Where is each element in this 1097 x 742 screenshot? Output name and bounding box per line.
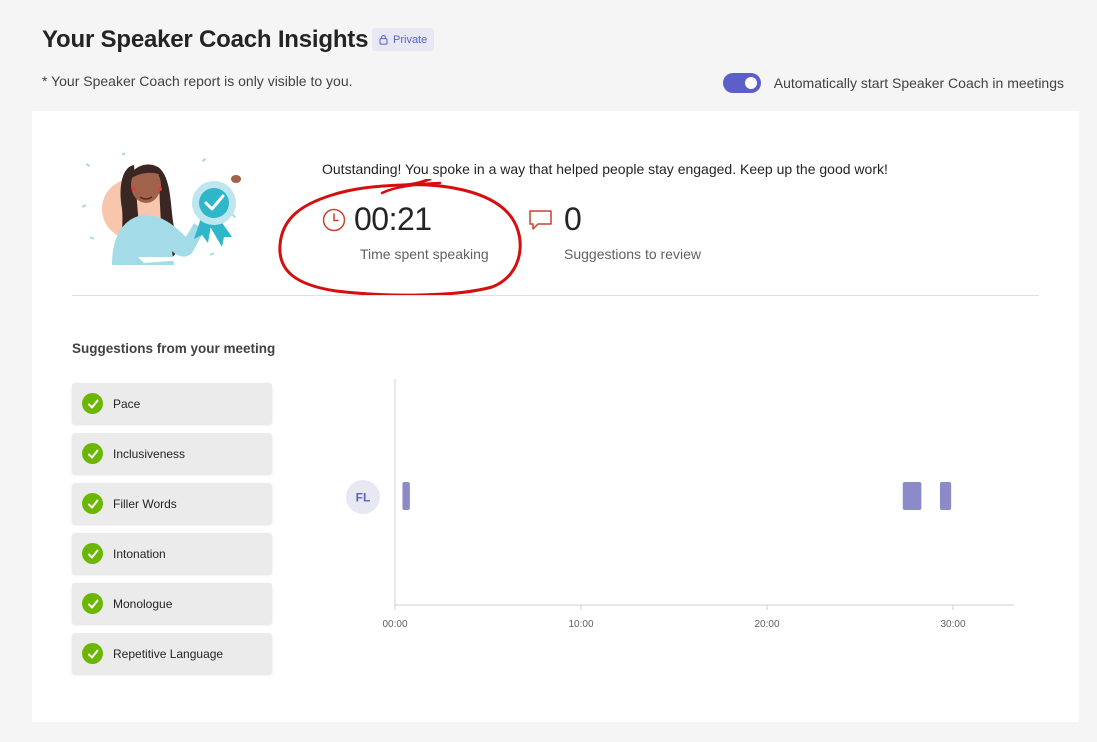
suggestion-label: Repetitive Language xyxy=(113,646,224,661)
suggestions-list: Pace Inclusiveness Filler Words Intonati… xyxy=(72,383,272,683)
private-badge: Private xyxy=(372,28,435,51)
suggestions-heading: Suggestions from your meeting xyxy=(72,341,276,356)
speaking-segment[interactable] xyxy=(939,482,952,510)
suggestion-item-intonation[interactable]: Intonation xyxy=(72,533,272,574)
auto-start-label: Automatically start Speaker Coach in mee… xyxy=(773,75,1064,91)
speaking-segment[interactable] xyxy=(902,482,922,510)
visibility-note: * Your Speaker Coach report is only visi… xyxy=(42,73,353,89)
check-icon xyxy=(82,493,103,514)
page-title: Your Speaker Coach Insights xyxy=(42,26,369,53)
check-icon xyxy=(82,593,103,614)
suggestions-count: 0 xyxy=(564,201,582,237)
check-icon xyxy=(82,443,103,464)
x-tick-label: 20:00 xyxy=(754,619,779,630)
chat-bubble-icon xyxy=(529,209,552,230)
check-icon xyxy=(82,643,103,664)
auto-start-setting: Automatically start Speaker Coach in mee… xyxy=(722,73,1064,93)
insights-card: Outstanding! You spoke in a way that hel… xyxy=(32,111,1079,722)
suggestion-label: Intonation xyxy=(113,546,166,561)
check-icon xyxy=(82,543,103,564)
suggestions-label: Suggestions to review xyxy=(564,246,701,262)
suggestion-item-repetitive-language[interactable]: Repetitive Language xyxy=(72,633,272,674)
time-spent-label: Time spent speaking xyxy=(360,246,489,262)
summary-message: Outstanding! You spoke in a way that hel… xyxy=(322,161,888,177)
suggestion-label: Inclusiveness xyxy=(113,446,186,461)
speaker-avatar: FL xyxy=(346,480,380,514)
x-tick-label: 00:00 xyxy=(382,619,407,630)
check-icon xyxy=(82,393,103,414)
clock-icon xyxy=(322,208,346,231)
auto-start-toggle[interactable] xyxy=(722,73,761,93)
x-tick-label: 30:00 xyxy=(940,619,965,630)
lock-icon xyxy=(379,34,388,45)
speaking-timeline: FL 00:00 10:00 20:00 30:00 xyxy=(346,379,1014,630)
section-divider xyxy=(72,295,1039,296)
suggestion-item-pace[interactable]: Pace xyxy=(72,383,272,424)
suggestion-label: Monologue xyxy=(113,596,173,611)
time-spent-stat: 00:21 Time spent speaking xyxy=(322,201,489,262)
speaker-initials: FL xyxy=(356,491,371,505)
suggestion-item-monologue[interactable]: Monologue xyxy=(72,583,272,624)
suggestion-item-inclusiveness[interactable]: Inclusiveness xyxy=(72,433,272,474)
x-tick-label: 10:00 xyxy=(568,619,593,630)
suggestion-label: Pace xyxy=(113,396,141,411)
suggestion-item-filler-words[interactable]: Filler Words xyxy=(72,483,272,524)
speaking-segment[interactable] xyxy=(402,482,410,510)
toggle-knob xyxy=(744,77,757,89)
speaker-illustration xyxy=(82,153,241,265)
private-badge-label: Private xyxy=(393,33,428,46)
time-spent-value: 00:21 xyxy=(354,201,432,237)
suggestion-label: Filler Words xyxy=(113,496,177,511)
suggestions-stat: 0 Suggestions to review xyxy=(528,201,701,262)
